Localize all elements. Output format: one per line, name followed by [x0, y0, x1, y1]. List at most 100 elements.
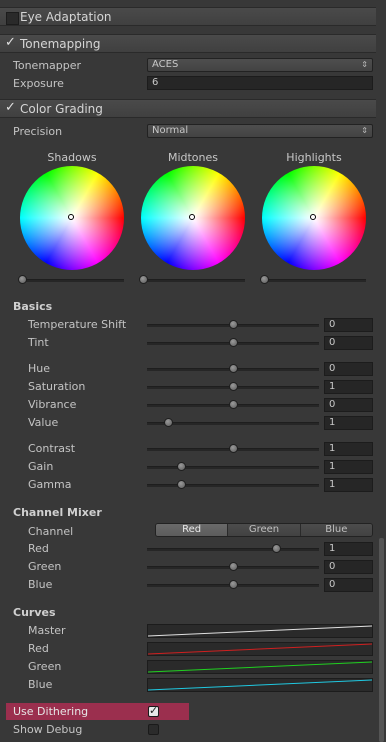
wheel-handle[interactable] [310, 214, 316, 220]
mixer-green-field[interactable]: 0 [324, 560, 373, 574]
shadows-slider-thumb[interactable] [18, 275, 27, 284]
vibrance-slider-thumb[interactable] [229, 400, 238, 409]
curve-red-line [147, 643, 373, 655]
shadows-color-wheel[interactable] [20, 166, 124, 270]
gain-field[interactable]: 1 [324, 460, 373, 474]
use-dithering-label: Use Dithering [13, 705, 89, 718]
tonemapper-dropdown[interactable]: ACES ⇕ [147, 58, 373, 72]
tint-label: Tint [28, 336, 49, 349]
mixer-green-label: Green [28, 560, 62, 573]
mixer-red-slider-track[interactable] [147, 548, 319, 551]
channel-tab-blue[interactable]: Blue [299, 524, 372, 536]
highlights-color-wheel[interactable] [262, 166, 366, 270]
channel-mixer-header: Channel Mixer [13, 506, 102, 519]
section-eye-adaptation[interactable]: Eye Adaptation [0, 7, 376, 26]
vibrance-field[interactable]: 0 [324, 398, 373, 412]
channel-tab-green[interactable]: Green [227, 524, 300, 536]
mixer-red-slider-thumb[interactable] [272, 544, 281, 553]
wheel-handle[interactable] [189, 214, 195, 220]
basics-header: Basics [13, 300, 53, 313]
channel-label: Channel [28, 525, 74, 538]
midtones-slider-track[interactable] [141, 279, 245, 282]
highlights-slider-thumb[interactable] [260, 275, 269, 284]
contrast-field[interactable]: 1 [324, 442, 373, 456]
eye-adaptation-checkbox[interactable] [6, 12, 19, 25]
use-dithering-checkbox[interactable]: ✓ [148, 704, 159, 717]
value-label: Value [28, 416, 59, 429]
mixer-blue-slider-thumb[interactable] [229, 580, 238, 589]
curve-red[interactable] [147, 642, 373, 656]
curve-blue-label: Blue [28, 678, 53, 691]
shadows-slider-track[interactable] [20, 279, 124, 282]
mixer-blue-label: Blue [28, 578, 53, 591]
midtones-slider-thumb[interactable] [139, 275, 148, 284]
value-slider-track[interactable] [147, 422, 319, 425]
curve-red-label: Red [28, 642, 49, 655]
tonemapping-title: Tonemapping [20, 37, 101, 51]
curve-blue-line [147, 679, 373, 691]
midtones-color-wheel[interactable] [141, 166, 245, 270]
show-debug-checkbox[interactable] [148, 724, 159, 735]
mixer-red-field[interactable]: 1 [324, 542, 373, 556]
tonemapper-label: Tonemapper [13, 59, 82, 72]
mixer-green-slider-thumb[interactable] [229, 562, 238, 571]
hue-field[interactable]: 0 [324, 362, 373, 376]
mixer-blue-field[interactable]: 0 [324, 578, 373, 592]
gain-slider-thumb[interactable] [177, 462, 187, 471]
channel-selector[interactable]: Red Green Blue [155, 523, 373, 537]
contrast-slider-thumb[interactable] [229, 444, 238, 453]
mixer-red-label: Red [28, 542, 49, 555]
saturation-label: Saturation [28, 380, 86, 393]
section-tonemapping[interactable]: ✓ Tonemapping [0, 34, 376, 53]
curve-green-label: Green [28, 660, 62, 673]
tint-slider-thumb[interactable] [229, 338, 238, 347]
value-field[interactable]: 1 [324, 416, 373, 430]
curve-master-label: Master [28, 624, 66, 637]
curve-master[interactable] [147, 624, 373, 638]
temperature-label: Temperature Shift [28, 318, 127, 331]
curve-blue[interactable] [147, 678, 373, 692]
hue-label: Hue [28, 362, 51, 375]
highlights-label: Highlights [286, 151, 342, 164]
value-slider-thumb[interactable] [163, 418, 173, 427]
precision-dropdown[interactable]: Normal ⇕ [147, 124, 373, 138]
gamma-slider-thumb[interactable] [177, 480, 187, 489]
midtones-label: Midtones [167, 151, 219, 164]
section-color-grading[interactable]: ✓ Color Grading [0, 99, 376, 118]
check-icon: ✓ [149, 704, 159, 717]
precision-value: Normal [152, 125, 189, 136]
curves-header: Curves [13, 606, 56, 619]
dropdown-arrow-icon: ⇕ [361, 60, 368, 69]
tonemapping-check-icon[interactable]: ✓ [5, 35, 16, 50]
exposure-label: Exposure [13, 77, 64, 90]
wheel-handle[interactable] [68, 214, 74, 220]
eye-adaptation-title: Eye Adaptation [20, 10, 112, 24]
color-grading-title: Color Grading [20, 102, 103, 116]
curve-master-line [147, 625, 373, 637]
dropdown-arrow-icon: ⇕ [361, 126, 368, 135]
gain-slider-track[interactable] [147, 466, 319, 469]
gamma-label: Gamma [28, 478, 72, 491]
curve-green[interactable] [147, 660, 373, 674]
vibrance-label: Vibrance [28, 398, 77, 411]
channel-tab-red[interactable]: Red [156, 524, 228, 536]
tint-field[interactable]: 0 [324, 336, 373, 350]
saturation-slider-thumb[interactable] [229, 382, 238, 391]
inspector-scrollbar[interactable] [379, 538, 384, 742]
temperature-slider-thumb[interactable] [229, 320, 238, 329]
exposure-field[interactable]: 6 [147, 76, 373, 90]
temperature-field[interactable]: 0 [324, 318, 373, 332]
gain-label: Gain [28, 460, 54, 473]
shadows-label: Shadows [47, 151, 97, 164]
gamma-field[interactable]: 1 [324, 478, 373, 492]
show-debug-label: Show Debug [13, 723, 83, 736]
tonemapper-value: ACES [152, 59, 179, 70]
highlights-slider-track[interactable] [262, 279, 366, 282]
gamma-slider-track[interactable] [147, 484, 319, 487]
hue-slider-thumb[interactable] [229, 364, 238, 373]
saturation-field[interactable]: 1 [324, 380, 373, 394]
color-grading-check-icon[interactable]: ✓ [5, 100, 16, 115]
precision-label: Precision [13, 125, 63, 138]
curve-green-line [147, 661, 373, 673]
contrast-label: Contrast [28, 442, 76, 455]
